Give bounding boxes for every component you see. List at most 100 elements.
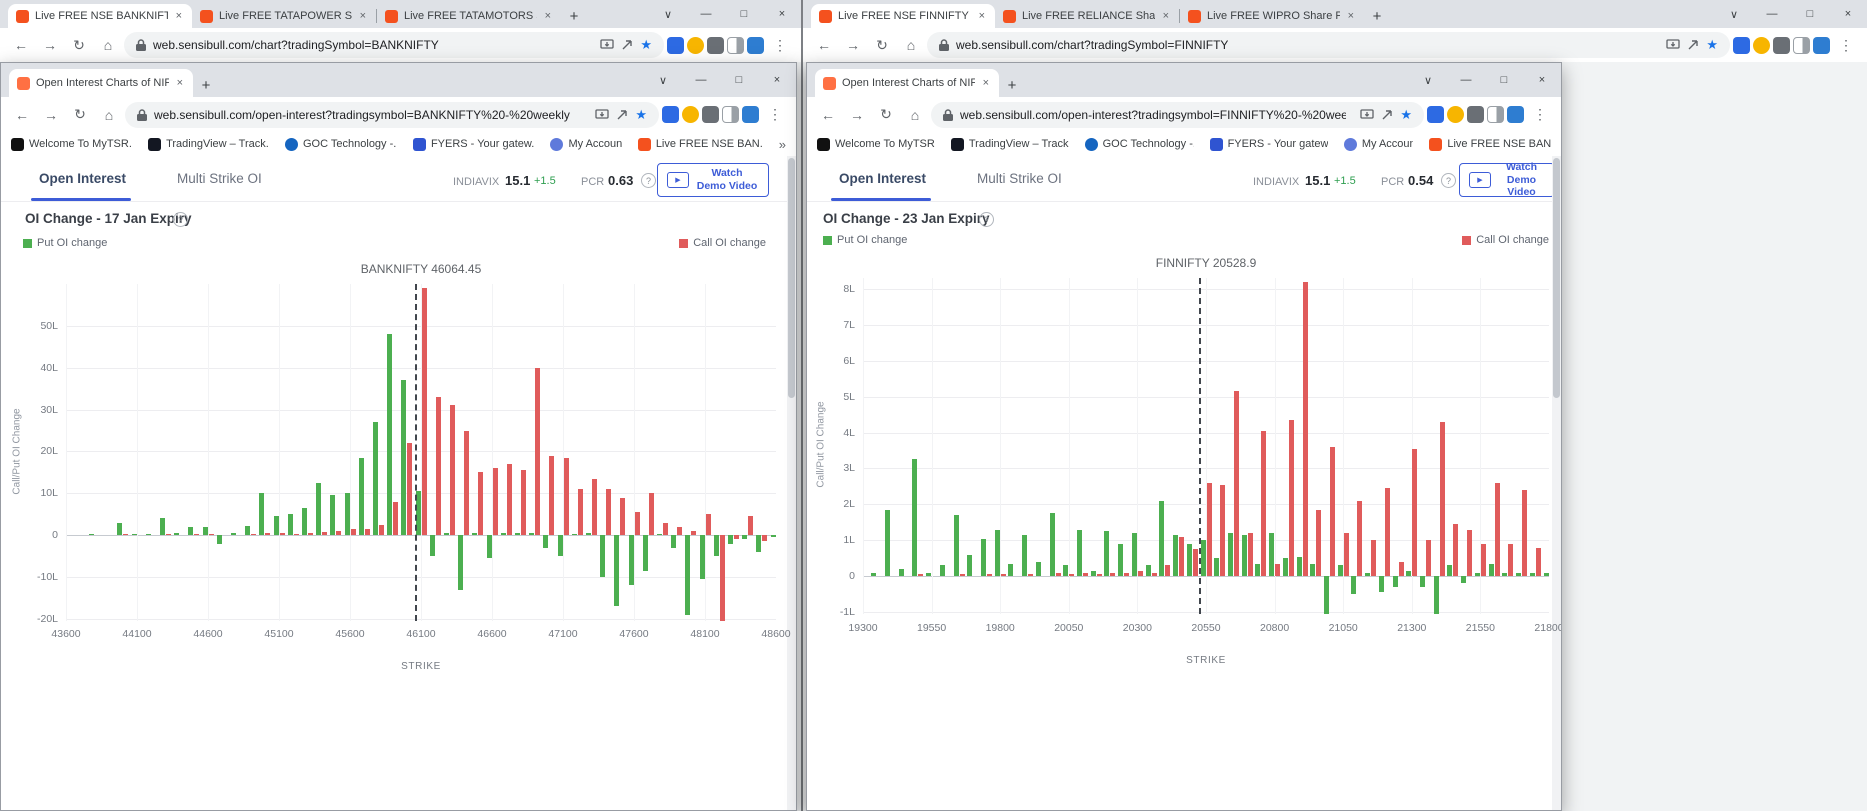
- bookmark-item[interactable]: FYERS - Your gatew...: [412, 137, 534, 151]
- put-oi-bar[interactable]: [259, 493, 265, 536]
- call-oi-bar[interactable]: [1508, 543, 1514, 577]
- put-oi-bar[interactable]: [443, 533, 449, 536]
- call-oi-bar[interactable]: [762, 535, 768, 542]
- put-oi-bar[interactable]: [1090, 570, 1096, 577]
- extension-icon[interactable]: [667, 36, 684, 54]
- put-oi-bar[interactable]: [1529, 572, 1535, 577]
- put-oi-bar[interactable]: [557, 535, 563, 557]
- put-oi-bar[interactable]: [216, 535, 222, 544]
- call-oi-bar[interactable]: [1233, 391, 1239, 577]
- call-oi-bar[interactable]: [1398, 561, 1404, 577]
- call-oi-bar[interactable]: [1179, 536, 1185, 577]
- call-oi-bar[interactable]: [1261, 430, 1267, 577]
- put-oi-bar[interactable]: [727, 535, 733, 544]
- tab-close-icon[interactable]: ×: [358, 10, 368, 22]
- put-oi-bar[interactable]: [967, 554, 973, 577]
- back-icon[interactable]: ←: [8, 32, 34, 58]
- call-oi-bar[interactable]: [719, 535, 725, 621]
- call-oi-bar[interactable]: [407, 443, 413, 536]
- call-oi-bar[interactable]: [1302, 281, 1308, 577]
- call-oi-bar[interactable]: [1288, 419, 1294, 577]
- put-oi-bar[interactable]: [685, 535, 691, 615]
- tab-close-icon[interactable]: ×: [977, 10, 987, 22]
- put-oi-bar[interactable]: [871, 572, 877, 577]
- call-oi-bar[interactable]: [1522, 490, 1528, 577]
- put-oi-bar[interactable]: [1406, 570, 1412, 577]
- watch-demo-video-button[interactable]: ▶ Watch Demo Video: [657, 163, 769, 197]
- close-button[interactable]: ×: [1523, 63, 1561, 97]
- call-oi-bar[interactable]: [1137, 570, 1143, 577]
- put-oi-bar[interactable]: [1282, 558, 1288, 577]
- call-oi-bar[interactable]: [1480, 543, 1486, 577]
- tab-search-icon[interactable]: ∨: [644, 63, 682, 97]
- call-oi-bar[interactable]: [1384, 488, 1390, 577]
- menu-icon[interactable]: ⋮: [767, 32, 793, 58]
- put-oi-bar[interactable]: [980, 538, 986, 577]
- put-oi-bar[interactable]: [230, 533, 236, 536]
- bookmark-item[interactable]: Welcome To MyTSR...: [11, 137, 132, 151]
- call-oi-bar[interactable]: [421, 288, 427, 536]
- browser-tab[interactable]: Live FREE NSE FINNIFTY Ind... ×: [811, 4, 995, 28]
- call-oi-bar[interactable]: [336, 530, 342, 536]
- put-oi-bar[interactable]: [656, 533, 662, 536]
- bookmark-item[interactable]: Live FREE NSE BAN...: [637, 137, 763, 151]
- shield-icon[interactable]: [1813, 36, 1830, 54]
- put-oi-bar[interactable]: [500, 533, 506, 536]
- call-oi-bar[interactable]: [307, 533, 313, 536]
- extension-icon[interactable]: [687, 36, 704, 54]
- menu-icon[interactable]: ⋮: [762, 102, 788, 128]
- put-oi-bar[interactable]: [529, 533, 535, 536]
- install-app-icon[interactable]: [1666, 39, 1680, 51]
- put-oi-bar[interactable]: [671, 535, 677, 548]
- put-oi-bar[interactable]: [1022, 534, 1028, 577]
- call-oi-bar[interactable]: [577, 489, 583, 536]
- call-oi-bar[interactable]: [449, 405, 455, 536]
- put-oi-bar[interactable]: [756, 535, 762, 552]
- call-oi-bar[interactable]: [1467, 529, 1473, 577]
- call-oi-bar[interactable]: [1110, 572, 1116, 577]
- new-tab-button[interactable]: +: [193, 73, 219, 97]
- shield-icon[interactable]: [742, 106, 759, 123]
- tab-close-icon[interactable]: ×: [981, 77, 991, 89]
- shield-icon[interactable]: [747, 36, 764, 54]
- put-oi-bar[interactable]: [330, 495, 336, 536]
- put-oi-bar[interactable]: [994, 529, 1000, 577]
- call-oi-bar[interactable]: [265, 533, 271, 536]
- call-oi-bar[interactable]: [1357, 500, 1363, 577]
- put-oi-bar[interactable]: [884, 509, 890, 577]
- new-tab-button[interactable]: +: [1364, 4, 1390, 28]
- extension-icon[interactable]: [1447, 106, 1464, 123]
- put-oi-bar[interactable]: [358, 457, 364, 536]
- tab-close-icon[interactable]: ×: [1346, 10, 1356, 22]
- reload-icon[interactable]: ↻: [67, 102, 93, 128]
- call-oi-bar[interactable]: [1069, 574, 1075, 577]
- put-oi-bar[interactable]: [1296, 556, 1302, 577]
- call-oi-bar[interactable]: [194, 533, 200, 536]
- extension-icon[interactable]: [682, 106, 699, 123]
- call-oi-bar[interactable]: [1412, 448, 1418, 577]
- help-icon[interactable]: ?: [979, 212, 994, 227]
- home-icon[interactable]: ⌂: [95, 32, 121, 58]
- call-oi-bar[interactable]: [1028, 574, 1034, 577]
- put-oi-bar[interactable]: [1255, 563, 1261, 577]
- put-oi-bar[interactable]: [301, 507, 307, 536]
- put-oi-bar[interactable]: [642, 535, 648, 571]
- puzzle-icon[interactable]: [1467, 106, 1484, 123]
- put-oi-bar[interactable]: [88, 533, 94, 536]
- call-oi-bar[interactable]: [620, 497, 626, 536]
- bookmarks-overflow-icon[interactable]: »: [779, 137, 786, 152]
- call-oi-bar[interactable]: [563, 457, 569, 536]
- put-oi-bar[interactable]: [1461, 576, 1467, 584]
- scrollbar-thumb[interactable]: [1553, 158, 1560, 398]
- maximize-button[interactable]: □: [1485, 63, 1523, 97]
- forward-icon[interactable]: →: [38, 102, 64, 128]
- call-oi-bar[interactable]: [1343, 533, 1349, 577]
- help-icon[interactable]: ?: [173, 212, 188, 227]
- put-oi-bar[interactable]: [117, 522, 123, 536]
- tab-multi-strike-oi[interactable]: Multi Strike OI: [977, 171, 1062, 186]
- call-oi-bar[interactable]: [478, 472, 484, 536]
- put-oi-bar[interactable]: [1433, 576, 1439, 614]
- share-icon[interactable]: [621, 39, 633, 51]
- tab-open-interest[interactable]: Open Interest: [39, 171, 126, 186]
- address-bar[interactable]: web.sensibull.com/chart?tradingSymbol=BA…: [124, 32, 664, 58]
